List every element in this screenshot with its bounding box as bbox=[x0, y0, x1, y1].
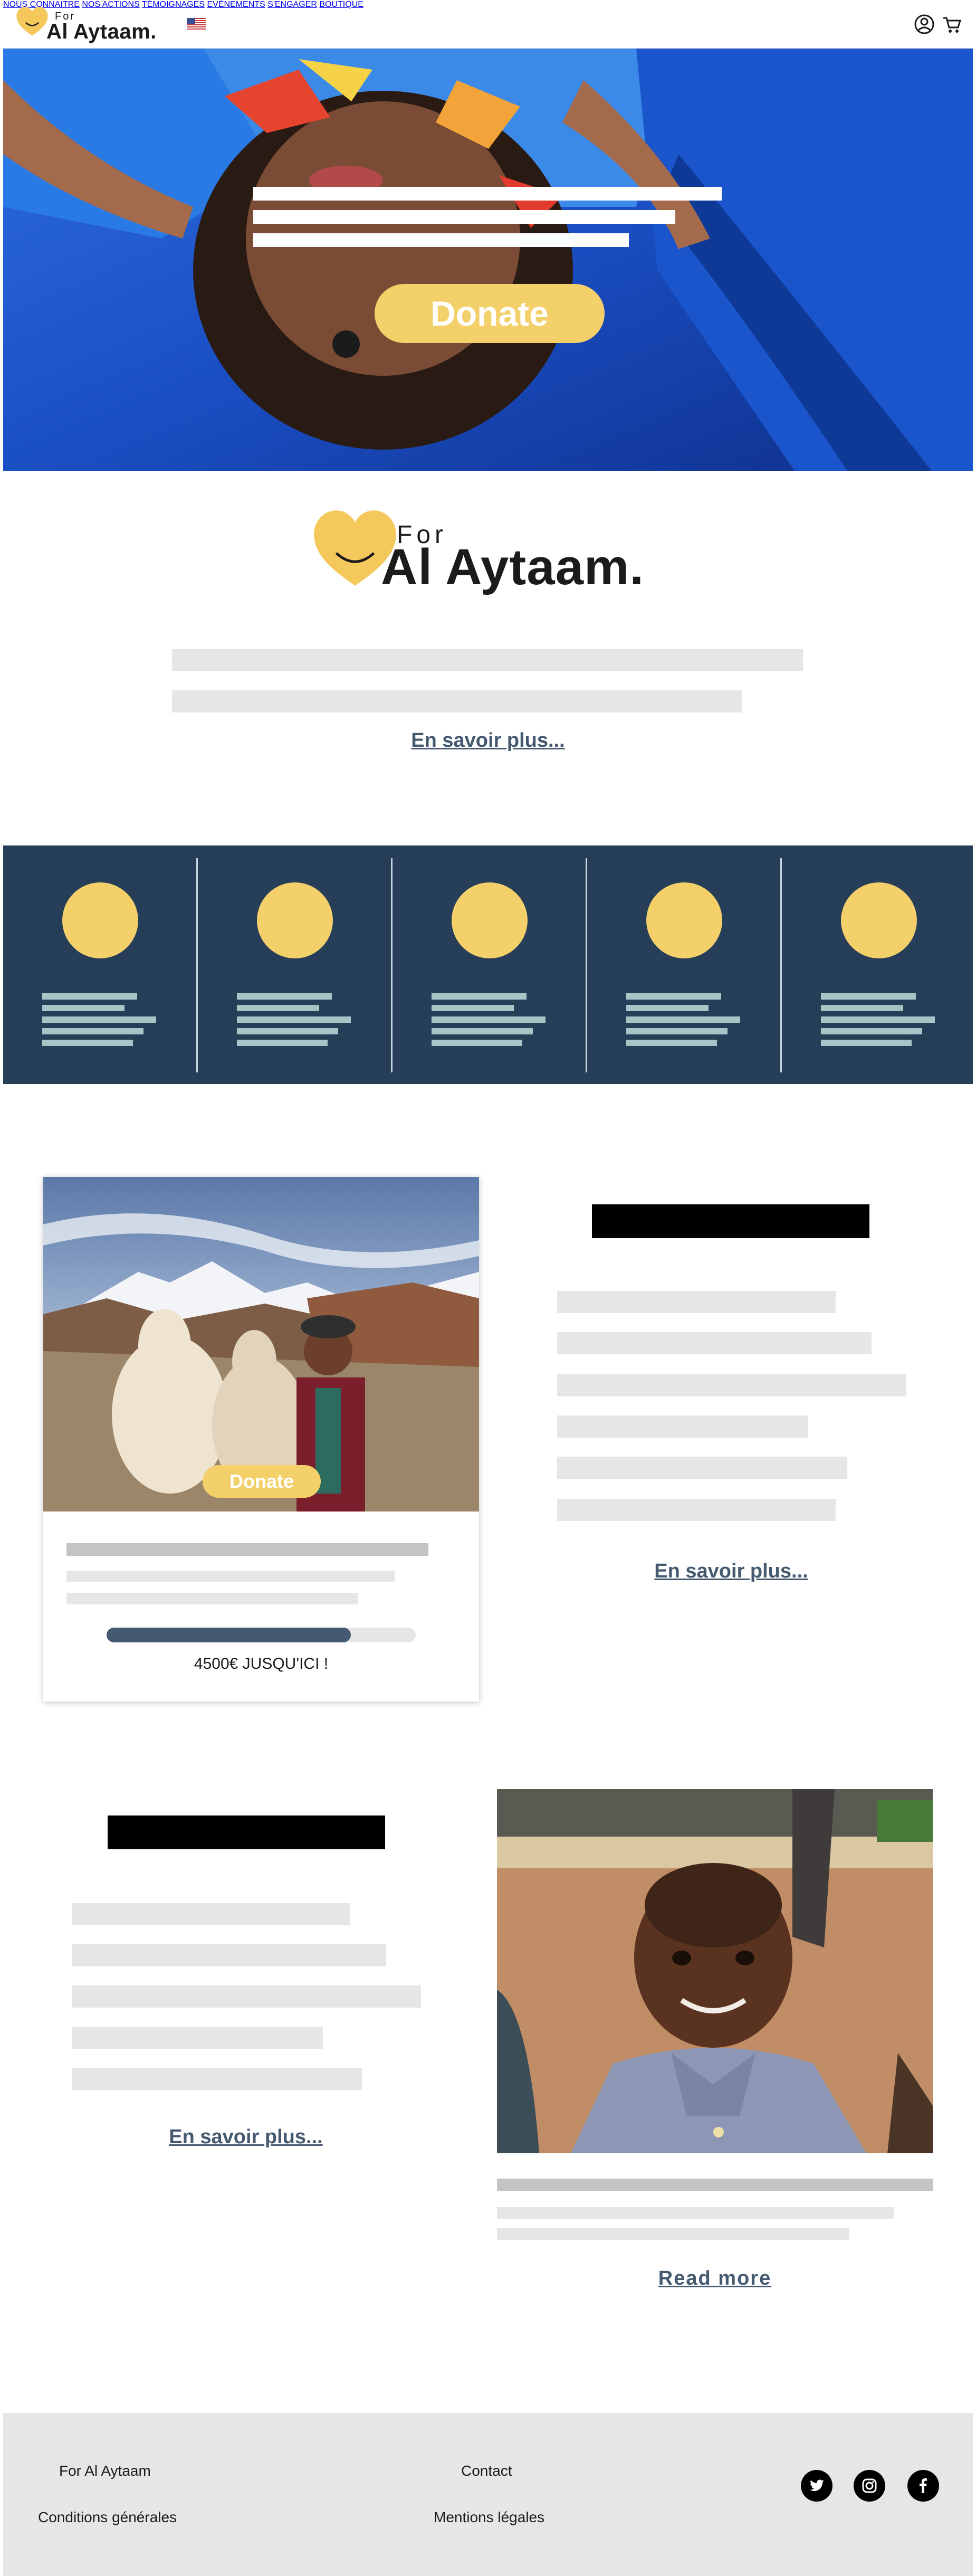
instagram-icon[interactable] bbox=[854, 2470, 885, 2502]
intro-text-line-2 bbox=[172, 690, 742, 712]
stat-text-line bbox=[237, 1040, 328, 1046]
hero-photo bbox=[3, 49, 973, 471]
section-two-text-line bbox=[72, 1903, 350, 1925]
section-two-text-line bbox=[72, 2068, 362, 2090]
stat-icon-circle bbox=[646, 882, 722, 958]
stat-item bbox=[3, 845, 197, 1084]
campaign-progress-bar bbox=[107, 1628, 416, 1642]
stat-text-line bbox=[626, 993, 721, 1000]
hero-headline-line-2 bbox=[253, 210, 675, 224]
section-two-text-line bbox=[72, 1944, 386, 1966]
stat-text-line bbox=[821, 1040, 912, 1046]
stat-text-line bbox=[42, 993, 137, 1000]
child-card-read-more-link[interactable]: Read more bbox=[591, 2267, 839, 2290]
site-header: For Al Aytaam. NOUS CONNAITRE NOS ACTION… bbox=[3, 0, 973, 49]
hero-headline-line-1 bbox=[253, 187, 722, 201]
campaign-text-line-2 bbox=[66, 1593, 358, 1604]
stat-text-line bbox=[432, 1005, 514, 1011]
campaign-title-line bbox=[66, 1543, 428, 1556]
stat-text-line bbox=[626, 1040, 717, 1046]
stat-text-line bbox=[237, 993, 332, 1000]
stat-text-line bbox=[237, 1016, 351, 1023]
section-two-more-link[interactable]: En savoir plus... bbox=[130, 2126, 362, 2149]
stat-icon-circle bbox=[257, 882, 333, 958]
stat-item bbox=[198, 845, 392, 1084]
stat-item bbox=[393, 845, 587, 1084]
stat-icon-circle bbox=[841, 882, 917, 958]
campaign-text-line-1 bbox=[66, 1571, 395, 1582]
footer-link-about[interactable]: For Al Aytaam bbox=[59, 2463, 151, 2479]
hero-headline-line-3 bbox=[253, 233, 629, 247]
stat-text-line bbox=[237, 1028, 338, 1034]
stat-text-line bbox=[821, 1005, 903, 1011]
child-card-text-line-1 bbox=[497, 2207, 894, 2219]
section-one-text-line bbox=[557, 1291, 836, 1313]
stat-text-line bbox=[432, 1028, 533, 1034]
intro-logo: For Al Aytaam. bbox=[312, 507, 682, 602]
nav-boutique[interactable]: BOUTIQUE bbox=[319, 0, 363, 9]
stat-text-line bbox=[42, 1005, 125, 1011]
stat-icon-circle bbox=[62, 882, 138, 958]
stat-text-line bbox=[42, 1016, 156, 1023]
campaign-photo: Donate bbox=[43, 1177, 479, 1512]
intro-logo-name-text: Al Aytaam. bbox=[381, 539, 645, 595]
campaign-donate-button[interactable]: Donate bbox=[203, 1465, 321, 1498]
logo-name-text: Al Aytaam. bbox=[46, 20, 157, 43]
intro-text-line-1 bbox=[172, 649, 803, 671]
stat-text-line bbox=[432, 1016, 546, 1023]
section-one-title bbox=[592, 1204, 869, 1238]
section-one-text-line bbox=[557, 1332, 872, 1354]
section-one-text-line bbox=[557, 1415, 808, 1438]
section-two-title bbox=[108, 1815, 385, 1849]
stat-icon-circle bbox=[452, 882, 528, 958]
section-one-text-line bbox=[557, 1499, 836, 1521]
stat-text-line bbox=[626, 1016, 740, 1023]
stat-text-line bbox=[237, 1005, 319, 1011]
twitter-icon[interactable] bbox=[801, 2470, 833, 2502]
campaign-card[interactable]: Donate 4500€ JUSQU'ICI ! bbox=[43, 1177, 479, 1702]
stat-text-line bbox=[432, 1040, 522, 1046]
footer-link-terms[interactable]: Conditions générales bbox=[38, 2509, 177, 2526]
stat-item bbox=[782, 845, 976, 1084]
heart-logo-icon bbox=[16, 7, 48, 36]
section-two-text-line bbox=[72, 2027, 323, 2049]
campaign-progress-text: 4500€ JUSQU'ICI ! bbox=[194, 1655, 329, 1672]
us-flag-icon[interactable] bbox=[187, 18, 206, 30]
cart-icon[interactable] bbox=[941, 14, 962, 35]
hero-banner: Donate bbox=[3, 49, 973, 471]
stat-text-line bbox=[821, 1028, 922, 1034]
footer-link-contact[interactable]: Contact bbox=[461, 2463, 512, 2479]
stat-text-line bbox=[42, 1028, 143, 1034]
stat-item bbox=[587, 845, 781, 1084]
site-footer: For Al Aytaam Contact Conditions général… bbox=[3, 2413, 973, 2576]
campaign-progress-fill bbox=[107, 1628, 351, 1642]
facebook-icon[interactable] bbox=[907, 2470, 939, 2502]
stat-text-line bbox=[821, 993, 916, 1000]
intro-more-link[interactable]: En savoir plus... bbox=[369, 729, 607, 752]
stat-text-line bbox=[626, 1005, 709, 1011]
footer-link-legal[interactable]: Mentions légales bbox=[434, 2509, 544, 2526]
nav-evenements[interactable]: EVÉNEMENTS bbox=[207, 0, 265, 9]
section-one-more-link[interactable]: En savoir plus... bbox=[615, 1560, 847, 1583]
child-photo bbox=[497, 1789, 933, 2153]
stat-text-line bbox=[432, 993, 527, 1000]
child-card-title-line bbox=[497, 2179, 933, 2191]
section-one-text-line bbox=[557, 1374, 906, 1396]
account-icon[interactable] bbox=[914, 14, 935, 35]
stat-text-line bbox=[821, 1016, 935, 1023]
child-card-text-line-2 bbox=[497, 2228, 849, 2240]
stat-text-line bbox=[42, 1040, 133, 1046]
nav-s-engager[interactable]: S'ENGAGER bbox=[267, 0, 317, 9]
site-logo[interactable]: For Al Aytaam. bbox=[14, 4, 172, 44]
stat-text-line bbox=[626, 1028, 728, 1034]
stats-band bbox=[3, 845, 973, 1084]
section-two-text-line bbox=[72, 1985, 421, 2008]
hero-donate-button[interactable]: Donate bbox=[375, 284, 605, 343]
section-one-text-line bbox=[557, 1457, 847, 1479]
